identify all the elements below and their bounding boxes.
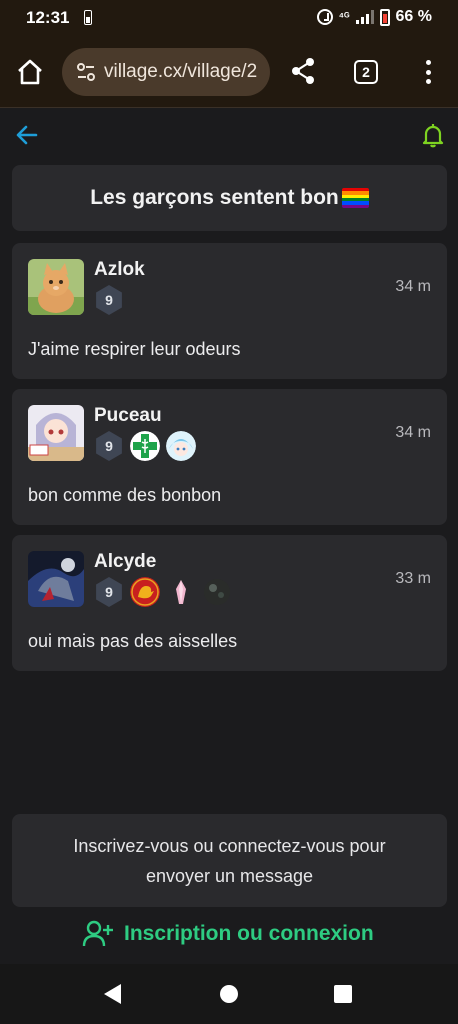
dark-planet-icon <box>202 577 232 607</box>
site-settings-icon[interactable] <box>76 62 96 82</box>
avatar[interactable] <box>28 551 84 607</box>
thread-title: Les garçons sentent bon <box>90 186 339 209</box>
crystal-icon <box>166 577 196 607</box>
back-arrow-icon[interactable] <box>14 122 40 148</box>
message-text: J'aime respirer leur odeurs <box>28 339 241 359</box>
user-badges: 9 <box>94 431 196 461</box>
login-prompt-text: Inscrivez-vous ou connectez-vous pour en… <box>73 835 386 886</box>
message-text: bon comme des bonbon <box>28 485 222 505</box>
signal-icon <box>355 10 374 24</box>
nav-back-icon[interactable] <box>104 984 121 1004</box>
message-card: Alcyde 9 33 m oui mais pas des aisselles <box>12 535 447 671</box>
level-badge: 9 <box>96 577 122 607</box>
battery-saver-icon <box>84 10 92 25</box>
avatar[interactable] <box>28 259 84 315</box>
login-link-label: Inscription ou connexion <box>124 922 374 945</box>
nav-recents-icon[interactable] <box>334 985 352 1003</box>
message-card: Azlok 9 34 m J'aime respirer leur odeurs <box>12 243 447 379</box>
login-prompt-card: Inscrivez-vous ou connectez-vous pour en… <box>12 814 447 907</box>
message-text: oui mais pas des aisselles <box>28 631 238 651</box>
message-time: 33 m <box>395 570 431 587</box>
username[interactable]: Azlok <box>94 259 145 281</box>
thread-title-card: Les garçons sentent bon <box>12 165 447 231</box>
user-badges: 9 <box>94 577 232 607</box>
pharmacy-cross-icon <box>130 431 160 461</box>
rainbow-flag-icon <box>341 188 369 208</box>
bell-icon[interactable] <box>420 122 446 148</box>
level-badge: 9 <box>96 285 122 315</box>
wifi-calling-icon: ⁴ᴳ <box>338 11 350 23</box>
alarm-icon <box>316 9 333 25</box>
overflow-menu-icon[interactable] <box>418 58 438 86</box>
username[interactable]: Puceau <box>94 405 162 427</box>
browser-toolbar: village.cx/village/2 2 <box>0 36 458 108</box>
user-badges: 9 <box>94 285 124 315</box>
username[interactable]: Alcyde <box>94 551 156 573</box>
add-user-icon <box>82 920 113 947</box>
url-bar[interactable]: village.cx/village/2 <box>62 48 270 96</box>
nav-home-icon[interactable] <box>220 985 238 1003</box>
status-bar: 12:31 ⁴ᴳ 66 % <box>0 0 458 36</box>
battery-icon <box>379 8 390 26</box>
heraldic-lion-icon <box>130 577 160 607</box>
tabs-button[interactable]: 2 <box>354 60 378 84</box>
avatar[interactable] <box>28 405 84 461</box>
share-icon[interactable] <box>288 56 318 86</box>
home-icon[interactable] <box>14 56 46 88</box>
level-badge: 9 <box>96 431 122 461</box>
battery-percent: 66 % <box>395 8 432 25</box>
status-right-group: ⁴ᴳ 66 % <box>316 8 432 26</box>
flag-stripe <box>341 204 369 208</box>
login-link[interactable]: Inscription ou connexion <box>82 920 374 948</box>
url-text: village.cx/village/2 <box>104 61 258 82</box>
message-card: Puceau 9 34 m bon comme des bonbon <box>12 389 447 525</box>
status-time: 12:31 <box>26 8 70 27</box>
system-nav-bar <box>0 964 458 1024</box>
message-time: 34 m <box>395 278 431 295</box>
character-badge-icon <box>166 431 196 461</box>
message-time: 34 m <box>395 424 431 441</box>
